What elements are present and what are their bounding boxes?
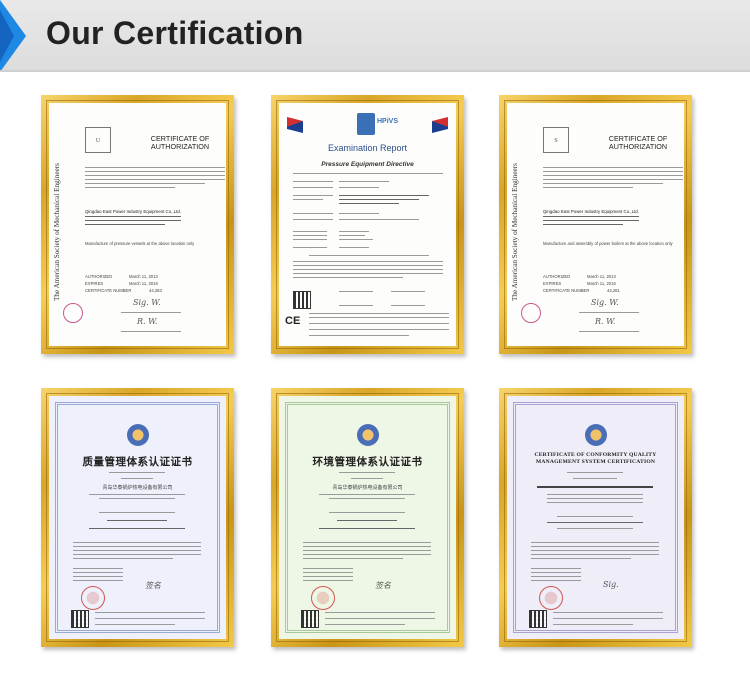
signature-icon: 签名: [145, 581, 161, 590]
certificate-number-label: CERTIFICATE NUMBER: [85, 288, 132, 293]
expires-label: EXPIRES: [85, 281, 104, 286]
signature-icon: Sig.: [603, 580, 619, 589]
certificate-title: CERTIFICATE OF CONFORMITY QUALITY MANAGE…: [507, 452, 684, 466]
certificate-number-label: CERTIFICATE NUMBER: [543, 288, 590, 293]
certificate-number-value: 44,281: [607, 288, 620, 293]
qr-code-icon: [529, 610, 547, 628]
expires-value: March 11, 2016: [129, 281, 158, 286]
official-seal-icon: [539, 586, 563, 610]
certificate-title: CERTIFICATE OF AUTHORIZATION: [135, 135, 225, 151]
certificate-title-line2: AUTHORIZATION: [608, 142, 668, 151]
authorized-value: March 11, 2013: [587, 274, 616, 279]
flag-left-icon: [287, 117, 303, 133]
certificate-paper: The American Society of Mechanical Engin…: [49, 103, 226, 346]
signature-icon: R. W.: [137, 317, 158, 326]
certificate-frame-environment-management[interactable]: 环境管理体系认证证书 青岛华泰锅炉热电设备有限公司 签名: [271, 388, 464, 647]
certificate-subtitle: Pressure Equipment Directive: [321, 161, 414, 168]
flag-right-icon: [432, 117, 448, 133]
signature-icon: 签名: [375, 581, 391, 590]
certificate-number-value: 44,283: [149, 288, 162, 293]
certificate-frame-asme-power-boilers[interactable]: The American Society of Mechanical Engin…: [499, 95, 692, 354]
certificate-paper: 质量管理体系认证证书 青岛华泰锅炉热电设备有限公司 签名: [49, 396, 226, 639]
asme-side-text: The American Society of Mechanical Engin…: [511, 163, 519, 301]
certificate-title: 质量管理体系认证证书: [82, 456, 193, 468]
certificate-frame-examination-report[interactable]: HPiVS Examination Report Pressure Equipm…: [271, 95, 464, 354]
certificate-title: Examination Report: [327, 143, 408, 153]
asme-emblem-icon: U: [85, 127, 111, 153]
asme-emblem-icon: S: [543, 127, 569, 153]
certificate-paper: HPiVS Examination Report Pressure Equipm…: [279, 103, 456, 346]
certificate-scope: Manufacture of pressure vessels at the a…: [85, 241, 195, 246]
authorized-label: AUTHORIZED: [85, 274, 113, 279]
hpivs-logo-icon: [357, 113, 375, 135]
asme-side-text: The American Society of Mechanical Engin…: [53, 163, 61, 301]
certificate-title-line2: AUTHORIZATION: [150, 142, 210, 151]
certification-body-logo-icon: [126, 424, 149, 446]
certificate-paper: 环境管理体系认证证书 青岛华泰锅炉热电设备有限公司 签名: [279, 396, 456, 639]
authorized-label: AUTHORIZED: [543, 274, 571, 279]
authorized-value: March 11, 2013: [129, 274, 158, 279]
certificate-title-line2: MANAGEMENT SYSTEM CERTIFICATION: [535, 459, 656, 465]
certificate-paper: The American Society of Mechanical Engin…: [507, 103, 684, 346]
official-seal-icon: [311, 586, 335, 610]
certificate-company: 青岛华泰锅炉热电设备有限公司: [102, 485, 173, 491]
header-banner: Our Certification: [0, 0, 750, 72]
certificate-company: Qingdao East Power Industry Equipment Co…: [85, 209, 181, 214]
expires-value: March 11, 2016: [587, 281, 616, 286]
certificate-title: CERTIFICATE OF AUTHORIZATION: [593, 135, 683, 151]
certificate-frame-quality-management[interactable]: 质量管理体系认证证书 青岛华泰锅炉热电设备有限公司 签名: [41, 388, 234, 647]
signature-icon: Sig. W.: [133, 298, 161, 307]
expires-label: EXPIRES: [543, 281, 562, 286]
qr-code-icon: [293, 291, 311, 309]
official-seal-icon: [81, 586, 105, 610]
banner-divider: [0, 70, 750, 72]
qr-code-icon: [301, 610, 319, 628]
asme-seal-icon: [521, 303, 541, 323]
page-title: Our Certification: [46, 15, 304, 51]
hpivs-logo-text: HPiVS: [377, 118, 399, 125]
certification-body-logo-icon: [584, 424, 607, 446]
certificate-paper: CERTIFICATE OF CONFORMITY QUALITY MANAGE…: [507, 396, 684, 639]
signature-icon: Sig. W.: [591, 298, 619, 307]
qr-code-icon: [71, 610, 89, 628]
certificate-scope: Manufacture and assembly of power boiler…: [543, 241, 673, 246]
certificate-frame-asme-pressure-vessels[interactable]: The American Society of Mechanical Engin…: [41, 95, 234, 354]
certificate-company: 青岛华泰锅炉热电设备有限公司: [332, 485, 403, 491]
asme-seal-icon: [63, 303, 83, 323]
certificate-title: 环境管理体系认证证书: [312, 456, 423, 468]
signature-icon: R. W.: [595, 317, 616, 326]
certificate-company: Qingdao East Power Industry Equipment Co…: [543, 209, 639, 214]
certificate-title-line1: CERTIFICATE OF CONFORMITY QUALITY: [534, 452, 657, 458]
certificate-frame-quality-management-en[interactable]: CERTIFICATE OF CONFORMITY QUALITY MANAGE…: [499, 388, 692, 647]
ce-mark-icon: CE: [285, 315, 301, 327]
certification-body-logo-icon: [356, 424, 379, 446]
